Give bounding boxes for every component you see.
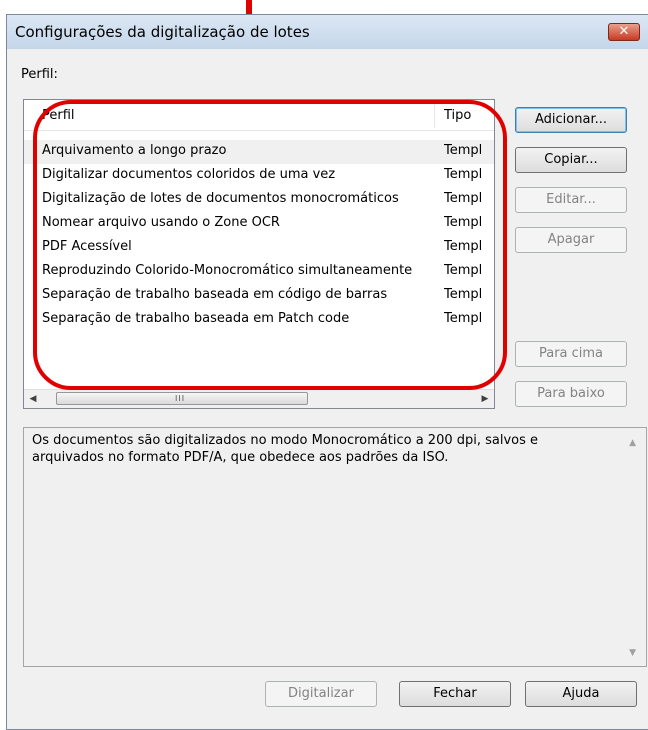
- scroll-left-icon[interactable]: ◀: [24, 390, 42, 408]
- delete-button[interactable]: Apagar: [515, 227, 627, 253]
- perfil-label: Perfil:: [21, 67, 58, 82]
- title-bar: Configurações da digitalização de lotes …: [7, 15, 648, 49]
- scan-button[interactable]: Digitalizar: [265, 681, 377, 707]
- help-button[interactable]: Ajuda: [525, 681, 637, 707]
- add-button[interactable]: Adicionar...: [515, 107, 627, 133]
- profile-description: Os documentos são digitalizados no modo …: [32, 433, 539, 465]
- profile-description-box: Os documentos são digitalizados no modo …: [23, 427, 647, 667]
- move-up-button[interactable]: Para cima: [515, 341, 627, 367]
- scroll-right-icon[interactable]: ▶: [476, 390, 494, 408]
- scroll-down-icon[interactable]: ▼: [629, 648, 636, 658]
- close-dialog-button[interactable]: Fechar: [399, 681, 511, 707]
- annotation-highlight-oval: [33, 100, 507, 390]
- window-title: Configurações da digitalização de lotes: [15, 23, 310, 41]
- copy-button[interactable]: Copiar...: [515, 147, 627, 173]
- edit-button[interactable]: Editar...: [515, 187, 627, 213]
- batch-scan-settings-dialog: Configurações da digitalização de lotes …: [6, 14, 648, 730]
- close-button[interactable]: ✕: [608, 23, 640, 41]
- grip-icon: III: [175, 394, 186, 403]
- scroll-up-icon[interactable]: ▲: [629, 438, 636, 448]
- horizontal-scrollbar[interactable]: ◀ III ▶: [24, 389, 494, 408]
- move-down-button[interactable]: Para baixo: [515, 381, 627, 407]
- scrollbar-thumb[interactable]: III: [56, 392, 308, 405]
- close-icon: ✕: [618, 24, 630, 39]
